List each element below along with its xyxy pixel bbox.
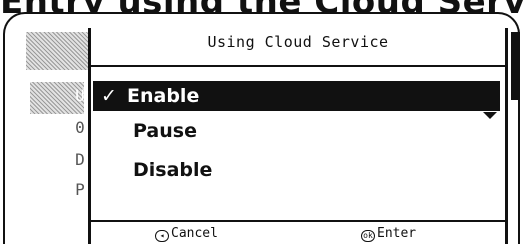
enter-button[interactable]: ok Enter [361, 226, 416, 242]
cloud-service-dialog: Using Cloud Service ✓ Enable Pause Disabl… [88, 28, 508, 244]
scroll-down-icon [483, 112, 497, 119]
menu-item-enable[interactable]: ✓ Enable [93, 81, 500, 111]
menu-item-disable[interactable]: Disable [93, 155, 500, 185]
check-icon: ✓ [101, 85, 117, 107]
menu-item-label: Disable [133, 159, 213, 181]
enter-label: Enter [377, 226, 417, 241]
background-scrollbar [511, 32, 520, 100]
background-item-letter: D [75, 150, 85, 169]
background-item-letter: U [75, 86, 85, 105]
footer-divider [91, 220, 505, 222]
background-item-letter: P [75, 180, 85, 199]
back-icon: ◂ [155, 230, 169, 242]
menu-item-pause[interactable]: Pause [93, 116, 500, 146]
screen: Entry using the Cloud Service(Type U 0 D… [0, 0, 527, 244]
dialog-title: Using Cloud Service [207, 33, 389, 51]
menu-item-label: Enable [127, 85, 200, 107]
cancel-label: Cancel [171, 226, 218, 241]
cancel-button[interactable]: ◂ Cancel [155, 226, 218, 242]
ok-icon: ok [361, 230, 375, 242]
menu-item-label: Pause [133, 120, 197, 142]
title-divider [91, 65, 505, 67]
background-item-letter: 0 [75, 118, 85, 137]
background-panel-header [26, 32, 88, 70]
